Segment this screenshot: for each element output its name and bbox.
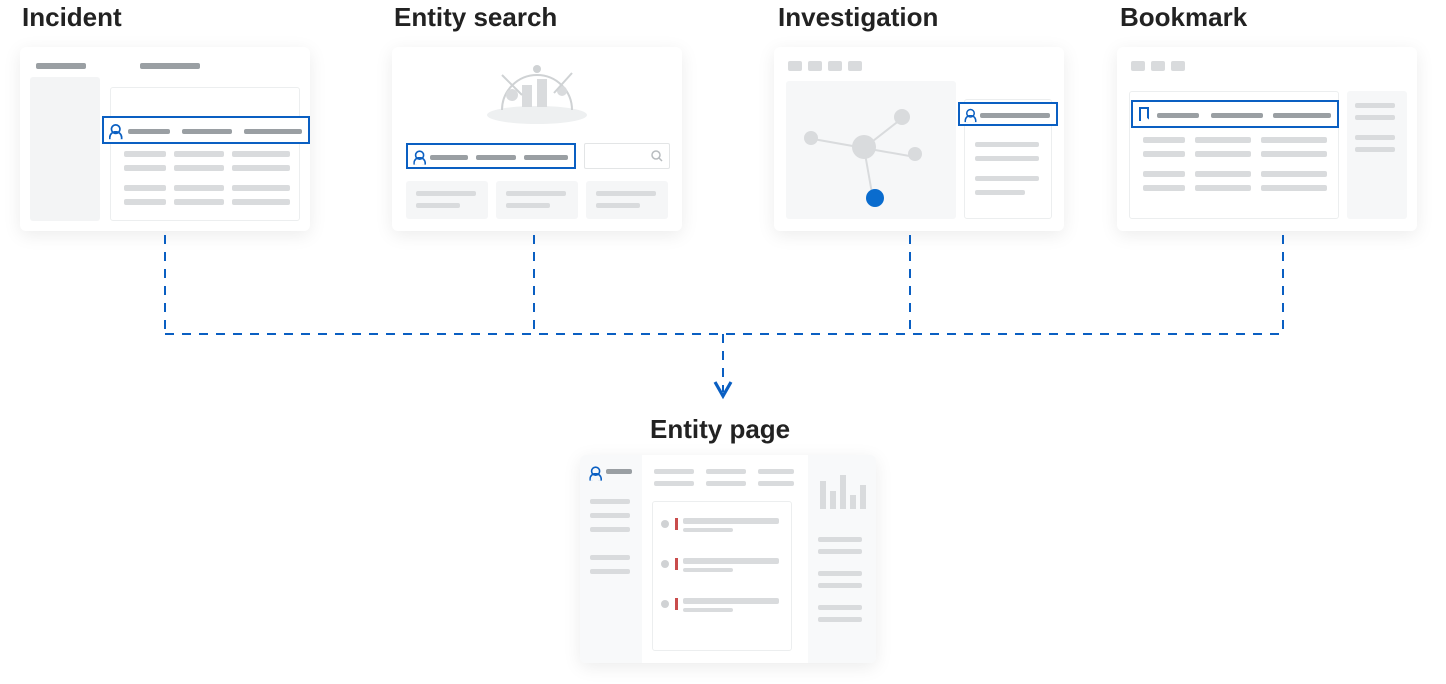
bookmark-entity-row[interactable] [1131, 100, 1339, 128]
card-entity-page [580, 455, 876, 663]
search-input[interactable] [584, 143, 670, 169]
search-icon [651, 150, 663, 162]
bookmark-icon [1139, 107, 1149, 121]
card-entity-search [392, 47, 682, 231]
mini-bar-chart [818, 469, 866, 509]
card-bookmark [1117, 47, 1417, 231]
label-investigation: Investigation [778, 2, 938, 33]
label-entity-page: Entity page [650, 414, 790, 445]
incident-entity-row[interactable] [102, 116, 310, 144]
entity-search-result[interactable] [406, 143, 576, 169]
label-incident: Incident [22, 2, 122, 33]
illustration-icon [482, 55, 592, 125]
user-icon [965, 109, 974, 120]
investigation-graph[interactable] [786, 81, 956, 219]
label-bookmark: Bookmark [1120, 2, 1247, 33]
alerts-panel [652, 501, 792, 651]
label-entity-search: Entity search [394, 2, 557, 33]
graph-selected-node[interactable] [866, 189, 884, 207]
investigation-entity-row[interactable] [958, 102, 1058, 126]
user-icon [413, 150, 423, 161]
card-investigation [774, 47, 1064, 231]
user-icon [589, 466, 599, 477]
user-icon [109, 124, 119, 136]
